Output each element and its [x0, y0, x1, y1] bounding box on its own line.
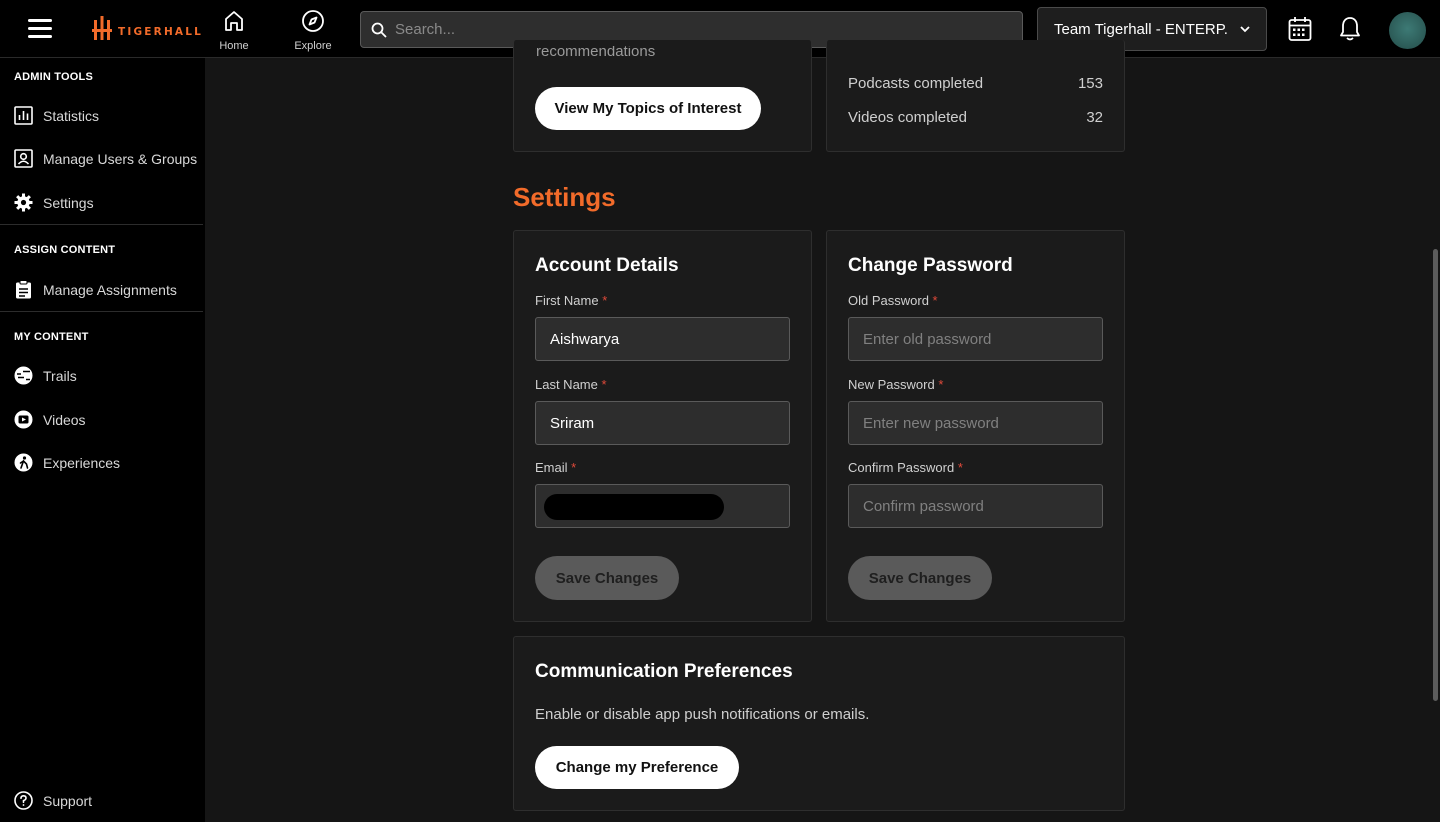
nav-explore-label: Explore — [294, 40, 332, 52]
section-title-admin-tools: ADMIN TOOLS — [14, 71, 93, 83]
calendar-icon — [1288, 17, 1312, 41]
view-topics-button[interactable]: View My Topics of Interest — [535, 87, 761, 130]
tigerhall-logo[interactable]: TIGERHALL — [92, 16, 203, 42]
sidebar-item-manage-assignments[interactable]: Manage Assignments — [14, 280, 177, 299]
stat-label: Podcasts completed — [848, 75, 984, 92]
nav-explore[interactable]: Explore — [283, 9, 343, 52]
communication-preferences-title: Communication Preferences — [535, 661, 793, 682]
sidebar-item-videos[interactable]: Videos — [14, 410, 86, 429]
trail-icon — [14, 366, 33, 385]
notifications-button[interactable] — [1339, 16, 1361, 47]
nav-home-label: Home — [219, 40, 249, 52]
sidebar: ADMIN TOOLS Statistics Manage Users & Gr… — [0, 58, 205, 822]
account-details-title: Account Details — [535, 255, 679, 276]
search-input[interactable] — [395, 21, 995, 38]
video-icon — [14, 410, 33, 429]
sidebar-item-statistics[interactable]: Statistics — [14, 106, 99, 125]
team-label: Team Tigerhall - ENTERP. — [1054, 20, 1228, 38]
new-password-label: New Password * — [848, 377, 944, 392]
nav-home[interactable]: Home — [204, 9, 264, 52]
new-password-field[interactable] — [848, 401, 1103, 445]
stat-row-videos: Videos completed 32 — [848, 109, 1103, 126]
menu-icon[interactable] — [28, 19, 52, 39]
divider — [0, 311, 203, 312]
sidebar-item-label: Statistics — [43, 107, 100, 124]
avatar[interactable] — [1389, 12, 1426, 49]
communication-description: Enable or disable app push notifications… — [535, 706, 870, 723]
change-password-title: Change Password — [848, 255, 1013, 276]
sidebar-item-label: Trails — [43, 367, 77, 384]
save-password-button[interactable]: Save Changes — [848, 556, 992, 600]
sidebar-item-label: Manage Assignments — [43, 281, 177, 298]
compass-icon — [302, 10, 324, 32]
last-name-label: Last Name * — [535, 377, 607, 392]
sidebar-item-experiences[interactable]: Experiences — [14, 453, 120, 472]
chevron-down-icon — [1240, 26, 1250, 33]
sidebar-item-label: Manage Users & Groups — [43, 150, 198, 167]
old-password-label: Old Password * — [848, 293, 938, 308]
user-card-icon — [14, 149, 33, 168]
experience-icon — [14, 453, 33, 472]
search-icon — [371, 22, 387, 38]
stat-row-podcasts: Podcasts completed 153 — [848, 75, 1103, 92]
first-name-label: First Name * — [535, 293, 608, 308]
sidebar-item-manage-users[interactable]: Manage Users & Groups — [14, 149, 197, 168]
email-label: Email * — [535, 460, 577, 475]
sidebar-item-support[interactable]: Support — [14, 791, 92, 810]
section-title-assign-content: ASSIGN CONTENT — [14, 244, 116, 256]
section-title-my-content: MY CONTENT — [14, 331, 89, 343]
first-name-field[interactable] — [535, 317, 790, 361]
confirm-password-field[interactable] — [848, 484, 1103, 528]
sidebar-item-label: Videos — [43, 411, 86, 428]
logo-text: TIGERHALL — [118, 26, 204, 38]
stat-label: Videos completed — [848, 109, 967, 126]
stat-value: 32 — [1086, 109, 1103, 126]
gear-icon — [14, 193, 33, 212]
bell-icon — [1340, 17, 1360, 41]
sidebar-item-settings[interactable]: Settings — [14, 193, 94, 212]
support-label: Support — [43, 792, 93, 809]
email-field[interactable] — [535, 484, 790, 528]
sidebar-item-label: Experiences — [43, 454, 121, 471]
clipboard-icon — [16, 280, 31, 299]
stat-value: 153 — [1077, 75, 1103, 92]
bar-chart-icon — [14, 106, 33, 125]
save-account-button[interactable]: Save Changes — [535, 556, 679, 600]
scrollbar-thumb[interactable] — [1433, 249, 1438, 701]
sidebar-item-label: Settings — [43, 194, 94, 211]
settings-heading: Settings — [513, 182, 616, 212]
stats-card — [826, 40, 1125, 152]
help-icon — [14, 791, 33, 810]
calendar-button[interactable] — [1288, 16, 1312, 47]
change-preference-button[interactable]: Change my Preference — [535, 746, 739, 789]
sidebar-item-trails[interactable]: Trails — [14, 366, 77, 385]
divider — [0, 224, 203, 225]
partial-text: recommendations — [536, 46, 656, 58]
confirm-password-label: Confirm Password * — [848, 460, 963, 475]
last-name-field[interactable] — [535, 401, 790, 445]
old-password-field[interactable] — [848, 317, 1103, 361]
redacted-email — [544, 494, 724, 520]
home-icon — [225, 11, 243, 31]
tiger-logo-icon — [92, 16, 112, 40]
